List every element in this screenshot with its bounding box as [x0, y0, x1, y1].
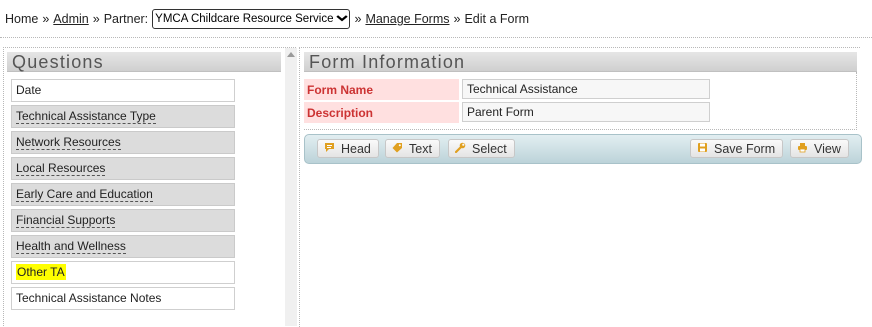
question-item-health-and-wellness[interactable]: Health and Wellness	[11, 235, 235, 258]
breadcrumb-separator: »	[453, 12, 461, 26]
scroll-up-arrow-icon[interactable]	[287, 52, 295, 57]
breadcrumb: Home » Admin » Partner: YMCA Childcare R…	[5, 9, 529, 29]
head-button[interactable]: Head	[317, 139, 379, 158]
speech-bubble-icon	[324, 142, 341, 156]
question-item-technical-assistance-notes[interactable]: Technical Assistance Notes	[11, 287, 235, 310]
question-item-date[interactable]: Date	[11, 79, 235, 102]
question-item-label: Local Resources	[16, 161, 106, 176]
breadcrumb-separator: »	[354, 12, 362, 26]
question-item-network-resources[interactable]: Network Resources	[11, 131, 235, 154]
description-field[interactable]: Parent Form	[462, 102, 710, 122]
text-button[interactable]: Text	[385, 139, 440, 158]
partner-select[interactable]: YMCA Childcare Resource Service	[152, 9, 351, 29]
divider	[0, 37, 872, 38]
question-item-other-ta[interactable]: Other TA	[11, 261, 235, 284]
printer-icon	[797, 142, 814, 156]
form-name-field[interactable]: Technical Assistance	[462, 79, 710, 99]
form-toolbar: Head Text Select Save Form View	[304, 134, 862, 164]
form-fields: Form Name Technical Assistance Descripti…	[304, 72, 857, 130]
questions-panel: Questions Date Technical Assistance Type…	[3, 47, 297, 326]
question-item-early-care-and-education[interactable]: Early Care and Education	[11, 183, 235, 206]
floppy-disk-icon	[697, 142, 714, 156]
question-item-label: Technical Assistance Notes	[16, 291, 162, 305]
question-item-label: Network Resources	[16, 135, 121, 150]
save-form-button[interactable]: Save Form	[690, 139, 784, 158]
question-item-technical-assistance-type[interactable]: Technical Assistance Type	[11, 105, 235, 128]
view-button-label: View	[814, 141, 841, 156]
save-form-button-label: Save Form	[714, 141, 776, 156]
question-item-label: Early Care and Education	[16, 187, 153, 202]
breadcrumb-home: Home	[5, 12, 39, 26]
head-button-label: Head	[341, 141, 371, 156]
partner-select-value: YMCA Childcare Resource Service	[155, 13, 334, 25]
breadcrumb-separator: »	[92, 12, 100, 26]
question-item-financial-supports[interactable]: Financial Supports	[11, 209, 235, 232]
chevron-down-icon	[336, 14, 349, 24]
form-information-title: Form Information	[304, 52, 857, 72]
question-item-label: Date	[16, 83, 42, 97]
questions-title: Questions	[7, 52, 281, 72]
breadcrumb-separator: »	[42, 12, 50, 26]
description-label: Description	[304, 102, 459, 123]
tag-icon	[392, 142, 409, 156]
partner-label: Partner:	[103, 12, 149, 26]
question-item-local-resources[interactable]: Local Resources	[11, 157, 235, 180]
select-button[interactable]: Select	[448, 139, 515, 158]
form-panel: Form Information Form Name Technical Ass…	[299, 47, 862, 327]
breadcrumb-admin-link[interactable]: Admin	[53, 12, 88, 26]
question-item-label: Financial Supports	[16, 213, 116, 228]
question-item-label: Technical Assistance Type	[16, 109, 156, 124]
wrench-icon	[454, 142, 472, 156]
select-button-label: Select	[472, 141, 507, 156]
questions-scrollbar[interactable]	[285, 48, 297, 326]
form-name-label: Form Name	[304, 79, 459, 100]
text-button-label: Text	[409, 141, 432, 156]
view-button[interactable]: View	[790, 139, 849, 158]
breadcrumb-current: Edit a Form	[464, 12, 530, 26]
breadcrumb-manage-forms-link[interactable]: Manage Forms	[365, 12, 449, 26]
question-item-label: Health and Wellness	[16, 239, 126, 254]
question-item-label: Other TA	[16, 264, 66, 280]
